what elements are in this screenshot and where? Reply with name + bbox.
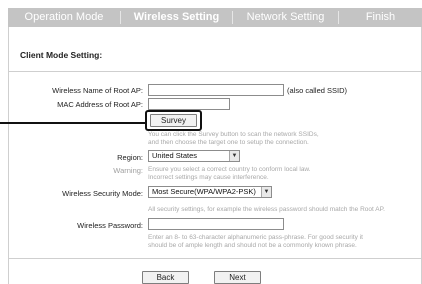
tab-wireless-setting[interactable]: Wireless Setting [121,8,232,27]
back-button[interactable]: Back [142,271,189,284]
region-select[interactable]: United States ▼ [148,150,240,162]
section-divider [9,71,421,72]
mac-address-input[interactable] [148,98,230,110]
ssid-label: Wireless Name of Root AP: [52,86,143,95]
chevron-down-icon[interactable]: ▼ [229,151,239,161]
password-hint: Enter an 8- to 63-character alphanumeric… [148,234,363,249]
footer-divider [9,258,421,259]
region-label: Region: [117,153,143,162]
region-select-value: United States [152,151,198,160]
security-mode-value: Most Secure(WPA/WPA2-PSK) [152,187,256,196]
security-hint: All security settings, for example the w… [148,206,385,213]
password-label: Wireless Password: [77,221,143,230]
tab-network-setting[interactable]: Network Setting [233,8,338,27]
warning-label: Warning: [113,166,143,175]
wizard-tab-bar: Operation Mode Wireless Setting Network … [8,8,422,27]
password-input[interactable] [148,218,284,230]
tab-operation-mode[interactable]: Operation Mode [8,8,120,27]
next-button[interactable]: Next [214,271,261,284]
ssid-input[interactable] [148,84,284,96]
tab-finish[interactable]: Finish [339,8,422,27]
ssid-note: (also called SSID) [287,86,348,95]
survey-hint: You can click the Survey button to scan … [148,131,319,146]
survey-button[interactable]: Survey [150,114,197,127]
chevron-down-icon[interactable]: ▼ [261,187,271,197]
security-mode-label: Wireless Security Mode: [62,189,143,198]
warning-text: Ensure you select a correct country to c… [148,166,311,181]
mac-label: MAC Address of Root AP: [57,100,143,109]
section-title: Client Mode Setting: [20,50,103,60]
security-mode-select[interactable]: Most Secure(WPA/WPA2-PSK) ▼ [148,186,272,198]
callout-line [0,122,146,124]
